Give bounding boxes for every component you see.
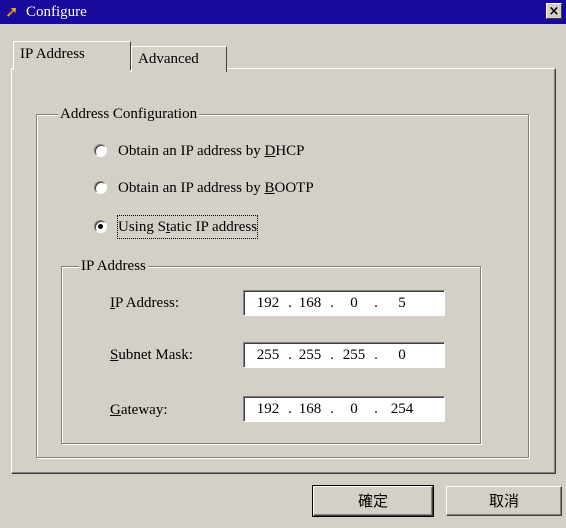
octet: 0: [350, 401, 358, 417]
title-bar[interactable]: ➚ Configure ×: [0, 0, 566, 24]
octet: 255: [342, 347, 366, 363]
gateway-input[interactable]: 192 . 168 . 0 . 254: [243, 396, 445, 422]
app-arrow-icon: ➚: [5, 2, 19, 21]
octet-separator: .: [374, 347, 378, 363]
ok-button[interactable]: 確定: [312, 485, 434, 517]
octet-separator: .: [374, 295, 378, 311]
ip-address-legend: IP Address: [79, 257, 148, 275]
octet-separator: .: [374, 401, 378, 417]
octet: 192: [256, 401, 280, 417]
octet: 5: [398, 295, 406, 311]
octet: 255: [256, 347, 280, 363]
octet: 254: [390, 401, 414, 417]
tab-ip-address[interactable]: IP Address: [13, 41, 131, 70]
close-button[interactable]: ×: [546, 3, 562, 19]
octet: 168: [298, 401, 322, 417]
subnet-mask-label: Subnet Mask:: [110, 347, 193, 363]
octet: 0: [398, 347, 406, 363]
octet-separator: .: [330, 347, 334, 363]
radio-static-label: Using Static IP address: [116, 215, 259, 239]
octet: 0: [350, 295, 358, 311]
cancel-button[interactable]: 取消: [446, 486, 562, 516]
octet-separator: .: [330, 295, 334, 311]
radio-button-selected[interactable]: [94, 220, 107, 233]
radio-bootp-label: Obtain an IP address by BOOTP: [118, 180, 314, 196]
tab-advanced[interactable]: Advanced: [131, 46, 227, 72]
ip-address-input[interactable]: 192 . 168 . 0 . 5: [243, 290, 445, 316]
radio-button[interactable]: [94, 144, 107, 157]
ip-address-label: IP Address:: [110, 295, 180, 311]
subnet-mask-input[interactable]: 255 . 255 . 255 . 0: [243, 342, 445, 368]
octet-separator: .: [330, 401, 334, 417]
radio-dot-icon: [98, 224, 103, 229]
radio-button[interactable]: [94, 181, 107, 194]
address-configuration-legend: Address Configuration: [58, 105, 200, 123]
gateway-label: Gateway:: [110, 402, 168, 418]
radio-dhcp-label: Obtain an IP address by DHCP: [118, 143, 305, 159]
octet: 255: [298, 347, 322, 363]
octet: 168: [298, 295, 322, 311]
octet: 192: [256, 295, 280, 311]
window-title: Configure: [26, 4, 87, 20]
